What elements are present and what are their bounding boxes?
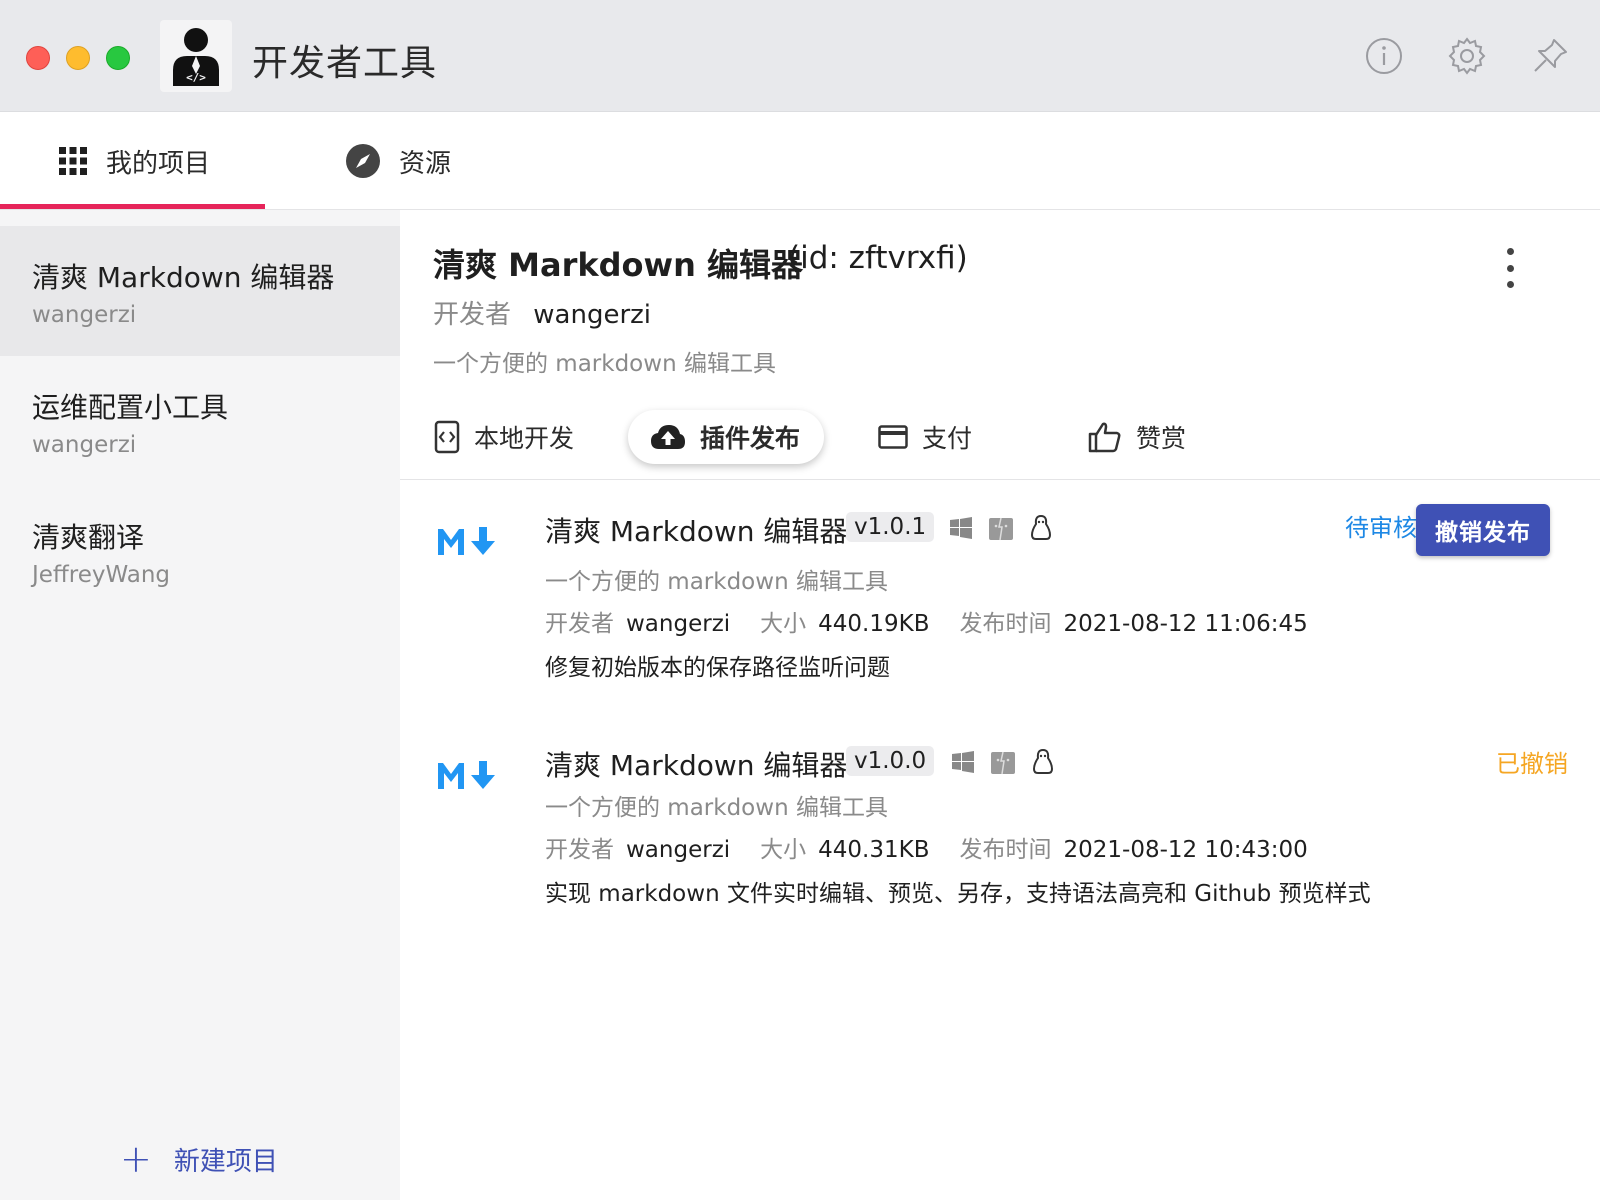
credit-card-icon <box>878 425 908 449</box>
tab-local-dev[interactable]: 本地开发 <box>434 410 574 464</box>
size-value: 440.19KB <box>818 611 930 637</box>
pin-icon[interactable] <box>1530 36 1570 76</box>
macos-icon <box>990 748 1016 776</box>
version-badge: v1.0.0 <box>846 746 935 776</box>
developer-avatar-icon: </> <box>160 20 232 92</box>
developer-label: 开发者 <box>433 300 512 330</box>
release-status: 待审核 <box>1345 514 1417 542</box>
project-developer: wangerzi <box>32 302 137 328</box>
size-value: 440.31KB <box>818 837 930 863</box>
title-bar: </> 开发者工具 <box>0 0 1600 112</box>
revoke-publish-button[interactable]: 撤销发布 <box>1416 504 1550 556</box>
project-id: (id: zftvrxfi) <box>788 240 968 276</box>
markdown-logo-icon <box>436 524 502 558</box>
publish-time-value: 2021-08-12 10:43:00 <box>1063 837 1308 863</box>
project-name: 清爽 Markdown 编辑器 <box>32 261 335 294</box>
new-project-label: 新建项目 <box>173 1146 278 1177</box>
project-developer: wangerzi <box>32 432 137 458</box>
platform-icons <box>950 748 1056 776</box>
publish-time-label: 发布时间 <box>959 837 1052 863</box>
windows-icon <box>948 514 974 542</box>
sidebar-project-item[interactable]: 清爽翻译 JeffreyWang <box>0 486 400 616</box>
publish-time-label: 发布时间 <box>959 611 1052 637</box>
tab-resources[interactable]: 资源 <box>345 112 451 210</box>
linux-icon <box>1030 748 1056 776</box>
tab-payment[interactable]: 支付 <box>878 410 972 464</box>
code-file-icon <box>434 420 460 454</box>
release-meta: 开发者 wangerzi 大小 440.19KB 发布时间 2021-08-12 11:0… <box>545 604 1338 638</box>
size-label: 大小 <box>760 611 807 637</box>
project-description: 一个方便的 markdown 编辑工具 <box>433 351 776 377</box>
version-badge: v1.0.1 <box>846 512 935 542</box>
windows-icon <box>950 748 976 776</box>
developer-label: 开发者 <box>545 837 614 863</box>
publish-time-value: 2021-08-12 11:06:45 <box>1063 611 1308 637</box>
svg-text:</>: </> <box>186 71 206 84</box>
tab-local-dev-label: 本地开发 <box>474 424 575 453</box>
tab-donate-label: 赞赏 <box>1136 424 1187 453</box>
more-options-icon[interactable] <box>1500 248 1520 288</box>
project-developer: JeffreyWang <box>32 562 171 588</box>
release-description: 一个方便的 markdown 编辑工具 <box>545 569 888 595</box>
close-window-button[interactable] <box>26 46 50 70</box>
gear-icon[interactable] <box>1447 36 1487 76</box>
project-sidebar: 清爽 Markdown 编辑器 wangerzi 运维配置小工具 wangerz… <box>0 210 400 1200</box>
cloud-upload-icon <box>650 423 686 451</box>
project-detail: 清爽 Markdown 编辑器 (id: zftvrxfi) 开发者 wange… <box>400 210 1600 1200</box>
linux-icon <box>1028 514 1054 542</box>
minimize-window-button[interactable] <box>66 46 90 70</box>
release-note: 修复初始版本的保存路径监听问题 <box>545 655 890 681</box>
project-subtabs: 本地开发 插件发布 支付 赞赏 <box>400 398 1600 480</box>
new-project-button[interactable]: + 新建项目 <box>120 1140 278 1178</box>
developer-name: wangerzi <box>626 611 731 637</box>
release-name: 清爽 Markdown 编辑器 <box>545 749 848 782</box>
macos-icon <box>988 514 1014 542</box>
project-name: 运维配置小工具 <box>32 391 229 424</box>
release-name: 清爽 Markdown 编辑器 <box>545 515 848 548</box>
zoom-window-button[interactable] <box>106 46 130 70</box>
project-developer-line: 开发者 wangerzi <box>433 294 651 331</box>
markdown-logo-icon <box>436 758 502 792</box>
size-label: 大小 <box>760 837 807 863</box>
platform-icons <box>948 514 1054 542</box>
tab-my-projects[interactable]: 我的项目 <box>58 112 210 210</box>
plus-icon: + <box>120 1137 152 1181</box>
tab-plugin-publish-label: 插件发布 <box>700 424 801 453</box>
tab-my-projects-label: 我的项目 <box>106 148 211 179</box>
tab-donate[interactable]: 赞赏 <box>1088 410 1186 464</box>
sidebar-project-item[interactable]: 运维配置小工具 wangerzi <box>0 356 400 486</box>
sidebar-project-item[interactable]: 清爽 Markdown 编辑器 wangerzi <box>0 226 400 356</box>
developer-name: wangerzi <box>533 300 652 330</box>
developer-name: wangerzi <box>626 837 731 863</box>
release-status: 已撤销 <box>1496 750 1568 778</box>
developer-label: 开发者 <box>545 611 614 637</box>
project-title: 清爽 Markdown 编辑器 <box>433 246 804 284</box>
info-icon[interactable] <box>1364 36 1404 76</box>
tab-payment-label: 支付 <box>922 424 973 453</box>
top-navigation: 我的项目 资源 <box>0 112 1600 210</box>
compass-icon <box>345 143 381 179</box>
active-tab-indicator <box>0 204 265 209</box>
app-title: 开发者工具 <box>252 43 438 84</box>
project-name: 清爽翻译 <box>32 521 145 554</box>
tab-resources-label: 资源 <box>399 148 452 179</box>
release-description: 一个方便的 markdown 编辑工具 <box>545 795 888 821</box>
release-meta: 开发者 wangerzi 大小 440.31KB 发布时间 2021-08-12 10:4… <box>545 830 1338 864</box>
thumbs-up-icon <box>1088 421 1122 453</box>
grid-icon <box>58 146 88 176</box>
tab-plugin-publish[interactable]: 插件发布 <box>628 410 825 464</box>
release-note: 实现 markdown 文件实时编辑、预览、另存，支持语法高亮和 Github … <box>545 881 1371 907</box>
